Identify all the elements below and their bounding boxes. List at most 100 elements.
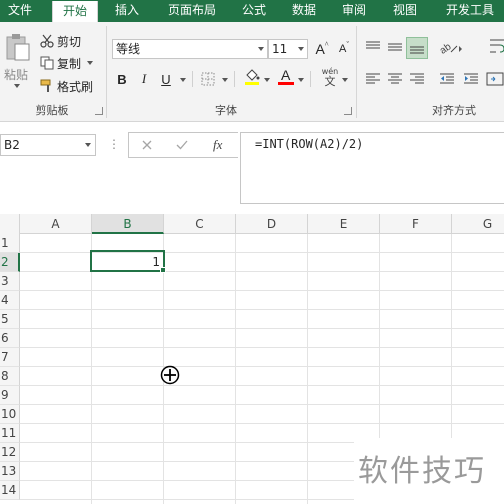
column-header-d[interactable]: D	[236, 214, 308, 234]
decrease-font-size-button[interactable]: A ˇ	[334, 39, 354, 59]
align-middle-button[interactable]	[386, 38, 406, 58]
increase-font-size-button[interactable]: A ^	[312, 39, 332, 59]
fill-color-dropdown-icon[interactable]	[264, 78, 270, 82]
svg-text:ab: ab	[438, 41, 454, 56]
merge-center-button[interactable]	[486, 70, 504, 90]
row-header-11[interactable]: 11	[0, 424, 20, 443]
borders-dropdown-icon[interactable]	[222, 78, 228, 82]
row-header-2[interactable]: 2	[0, 253, 20, 272]
row-header-1[interactable]: 1	[0, 234, 20, 253]
row-header-14[interactable]: 14	[0, 481, 20, 500]
align-right-icon	[410, 73, 424, 84]
row-header-12[interactable]: 12	[0, 443, 20, 462]
row-header-8[interactable]: 8	[0, 367, 20, 386]
paste-button[interactable]: 粘贴	[2, 32, 34, 92]
formula-bar-grip-icon[interactable]: ⋮	[108, 138, 120, 150]
alignment-group-label: 对齐方式	[432, 104, 476, 117]
phonetic-char: 文	[324, 75, 336, 88]
cut-button[interactable]: 剪切	[40, 31, 81, 51]
align-left-button[interactable]	[364, 70, 384, 90]
wrap-text-button[interactable]	[488, 36, 504, 60]
tab-review[interactable]: 审阅	[332, 0, 376, 22]
decrease-font-icon: A	[338, 43, 347, 55]
font-color-letter: A	[281, 67, 291, 83]
align-bottom-button[interactable]	[406, 37, 428, 59]
formula-bar: B2 ⋮ fx =INT(ROW(A2)/2)	[0, 122, 504, 214]
name-box[interactable]: B2	[0, 134, 96, 156]
tab-insert[interactable]: 插入	[106, 0, 148, 22]
row-header-6[interactable]: 6	[0, 329, 20, 348]
copy-icon	[40, 56, 54, 70]
paste-dropdown-icon[interactable]	[14, 84, 20, 88]
font-launcher-icon[interactable]	[344, 107, 352, 115]
row-header-4[interactable]: 4	[0, 291, 20, 310]
tab-data[interactable]: 数据	[282, 0, 326, 22]
cut-label: 剪切	[57, 34, 82, 49]
row-header-10[interactable]: 10	[0, 405, 20, 424]
active-cell-border	[90, 250, 165, 272]
column-header-g[interactable]: G	[452, 214, 504, 234]
column-header-f[interactable]: F	[380, 214, 452, 234]
tab-file[interactable]: 文件	[0, 0, 40, 22]
align-right-button[interactable]	[408, 70, 428, 90]
select-all-corner[interactable]	[0, 214, 20, 234]
crosshair-cursor-icon	[160, 365, 180, 385]
underline-dropdown-icon[interactable]	[180, 78, 186, 82]
tab-home[interactable]: 开始	[52, 1, 98, 22]
gridline	[20, 347, 504, 348]
gridline	[20, 290, 504, 291]
decrease-indent-icon	[440, 73, 454, 84]
tab-view[interactable]: 视图	[382, 0, 428, 22]
scissors-icon	[40, 34, 54, 48]
fill-handle[interactable]	[160, 267, 166, 273]
row-header-3[interactable]: 3	[0, 272, 20, 291]
copy-button[interactable]: 复制	[40, 53, 94, 73]
formula-input[interactable]: =INT(ROW(A2)/2)	[240, 132, 504, 204]
x-icon[interactable]	[141, 139, 153, 151]
tab-developer[interactable]: 开发工具	[436, 0, 504, 22]
check-icon[interactable]	[175, 139, 189, 151]
format-painter-button[interactable]: 格式刷	[40, 76, 93, 96]
font-name-combo[interactable]: 等线	[112, 39, 268, 59]
phonetic-button[interactable]: wén 文	[318, 67, 342, 89]
font-color-button[interactable]: A	[276, 67, 296, 87]
orientation-button[interactable]: ab	[438, 38, 464, 58]
watermark-text: 软件技巧	[358, 454, 486, 489]
increase-indent-button[interactable]	[462, 70, 482, 90]
fill-color-button[interactable]	[242, 67, 262, 87]
underline-button[interactable]: U	[156, 69, 176, 89]
column-header-c[interactable]: C	[164, 214, 236, 234]
decrease-indent-button[interactable]	[438, 70, 458, 90]
divider	[234, 71, 235, 87]
copy-dropdown-icon[interactable]	[87, 61, 94, 65]
font-size-combo[interactable]: 11	[268, 39, 308, 59]
gridline	[20, 328, 504, 329]
column-header-b[interactable]: B	[92, 214, 164, 234]
align-center-button[interactable]	[386, 70, 406, 90]
watermark: 软件技巧	[354, 438, 504, 504]
row-header-13[interactable]: 13	[0, 462, 20, 481]
align-bottom-icon	[410, 46, 424, 54]
clipboard-launcher-icon[interactable]	[95, 107, 103, 115]
tab-formulas[interactable]: 公式	[232, 0, 276, 22]
phonetic-dropdown-icon[interactable]	[342, 78, 348, 82]
row-header-5[interactable]: 5	[0, 310, 20, 329]
font-group-label: 字体	[215, 104, 237, 117]
group-divider	[356, 26, 357, 118]
borders-button[interactable]	[198, 69, 218, 89]
merge-center-icon	[486, 72, 504, 86]
row-header-9[interactable]: 9	[0, 386, 20, 405]
gridline	[91, 234, 92, 504]
bold-button[interactable]: B	[112, 69, 132, 89]
font-color-dropdown-icon[interactable]	[298, 78, 304, 82]
align-center-icon	[388, 73, 402, 84]
column-header-a[interactable]: A	[20, 214, 92, 234]
align-top-button[interactable]	[364, 38, 384, 58]
column-header-e[interactable]: E	[308, 214, 380, 234]
insert-function-button[interactable]: fx	[213, 137, 222, 153]
increase-indent-icon	[464, 73, 478, 84]
tab-page-layout[interactable]: 页面布局	[158, 0, 226, 22]
row-header-7[interactable]: 7	[0, 348, 20, 367]
italic-label: I	[141, 71, 147, 86]
italic-button[interactable]: I	[134, 69, 154, 89]
